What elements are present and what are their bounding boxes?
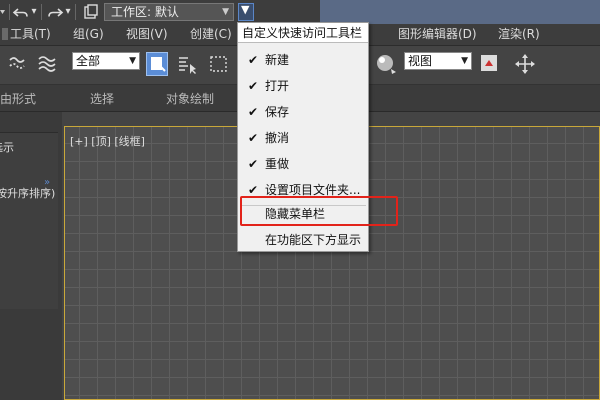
- sort-label: 按升序排序): [0, 187, 56, 200]
- menu-item-label: 重做: [265, 157, 290, 171]
- checkmark-icon: ✔: [248, 157, 259, 171]
- viewport-label[interactable]: [+] [顶] [线框]: [70, 133, 145, 149]
- app-icon: [2, 28, 8, 40]
- menu-item-label: 撤消: [265, 131, 290, 145]
- material-sphere-icon[interactable]: [374, 52, 396, 76]
- selection-filter-select[interactable]: 全部 ▼: [72, 52, 140, 70]
- menu-item-label: 保存: [265, 105, 290, 119]
- menu-item-label: 新建: [265, 53, 290, 67]
- select-by-name-icon[interactable]: [176, 52, 198, 76]
- pivot-center-icon[interactable]: [478, 52, 500, 76]
- checkmark-icon: ✔: [248, 105, 259, 119]
- undo-dropdown-icon[interactable]: ▾: [30, 3, 38, 21]
- workspace-label: 工作区: 默认: [111, 5, 179, 19]
- undo-icon[interactable]: [12, 3, 30, 21]
- menu-graph-editors[interactable]: 图形编辑器(D): [398, 27, 477, 42]
- customize-dropdown-icon: ▼: [241, 3, 250, 16]
- separator: [9, 4, 10, 20]
- bind-spacewarp-icon[interactable]: [36, 52, 58, 76]
- explorer-label: 选示: [0, 141, 14, 154]
- scene-explorer-list[interactable]: 选示 » 按升序排序): [0, 132, 58, 309]
- chevron-down-icon: ▼: [461, 56, 468, 66]
- chevron-down-icon: ▼: [129, 56, 136, 66]
- checkmark-icon: ✔: [248, 131, 259, 145]
- checkmark-icon: ✔: [248, 53, 259, 67]
- qat-dropdown-icon[interactable]: [0, 3, 6, 21]
- menu-item-save[interactable]: ✔ 保存: [238, 99, 368, 125]
- menu-create[interactable]: 创建(C): [190, 27, 232, 42]
- selection-filter-value: 全部: [76, 54, 101, 68]
- redo-icon[interactable]: [46, 3, 64, 21]
- scene-explorer: 选示 » 按升序排序): [0, 112, 62, 400]
- checkmark-icon: ✔: [248, 79, 259, 93]
- menu-title: 自定义快速访问工具栏: [238, 23, 368, 43]
- reference-coord-select[interactable]: 视图 ▼: [404, 52, 472, 70]
- separator: [75, 4, 76, 20]
- separator: [41, 4, 42, 20]
- project-folder-icon[interactable]: [82, 3, 100, 21]
- reference-coord-value: 视图: [408, 54, 433, 68]
- ribbon-tab-freeform[interactable]: 由形式: [0, 90, 36, 107]
- ribbon-tab-selection[interactable]: 选择: [90, 90, 114, 107]
- workspace-select[interactable]: 工作区: 默认 ▼: [104, 3, 234, 21]
- move-gizmo-icon[interactable]: [514, 52, 536, 76]
- ribbon-tab-object-paint[interactable]: 对象绘制: [166, 90, 214, 107]
- menu-tools[interactable]: 工具(T): [10, 27, 51, 42]
- menu-group[interactable]: 组(G): [73, 27, 104, 42]
- link-icon[interactable]: [6, 52, 28, 76]
- customize-qat-button[interactable]: ▼: [238, 3, 254, 21]
- menu-item-show-below-ribbon[interactable]: 在功能区下方显示: [238, 227, 368, 253]
- menu-item-open[interactable]: ✔ 打开: [238, 73, 368, 99]
- select-object-icon[interactable]: [146, 52, 168, 76]
- menu-item-new[interactable]: ✔ 新建: [238, 47, 368, 73]
- title-bar: [320, 0, 600, 24]
- menu-rendering[interactable]: 渲染(R): [498, 27, 540, 42]
- menu-item-label: 打开: [265, 79, 290, 93]
- menu-item-redo[interactable]: ✔ 重做: [238, 151, 368, 177]
- highlight-box: [240, 196, 398, 226]
- rectangular-selection-icon[interactable]: [208, 52, 230, 76]
- menu-views[interactable]: 视图(V): [126, 27, 168, 42]
- redo-dropdown-icon[interactable]: ▾: [64, 3, 72, 21]
- chevron-down-icon: ▼: [222, 7, 229, 17]
- menu-item-undo[interactable]: ✔ 撤消: [238, 125, 368, 151]
- menu-item-label: 在功能区下方显示: [265, 233, 362, 247]
